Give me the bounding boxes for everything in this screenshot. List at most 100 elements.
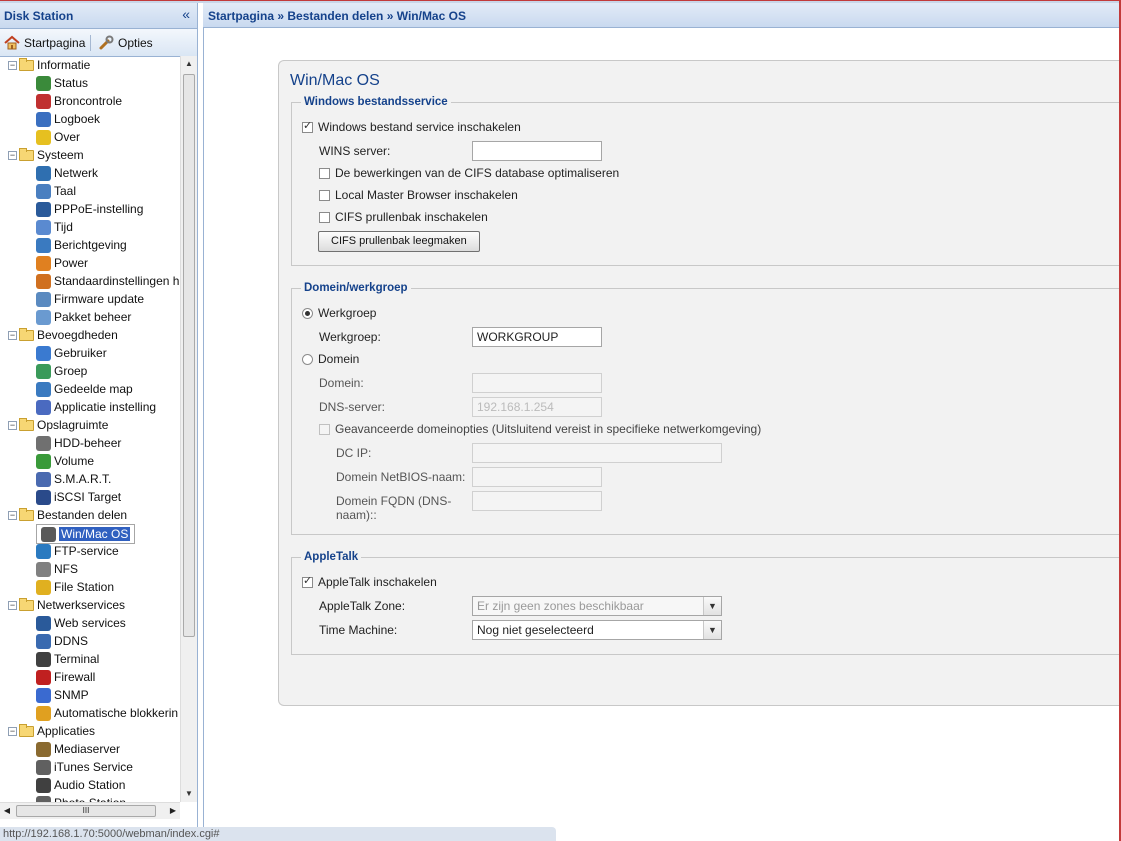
tree-item[interactable]: S.M.A.R.T. [36,470,111,488]
workgroup-radio-row[interactable]: Werkgroep [302,306,376,320]
tree-folder[interactable]: − Systeem [8,146,84,164]
collapse-toggle-icon[interactable]: − [8,420,17,430]
collapse-toggle-icon[interactable]: − [8,330,17,340]
tree-item[interactable]: Web services [36,614,126,632]
dns-server-input[interactable] [472,397,602,417]
wins-server-input[interactable] [472,141,602,161]
advanced-domain-checkbox[interactable] [319,423,330,435]
fqdn-input[interactable] [472,491,602,511]
ftp-icon [36,543,51,559]
tree-item[interactable]: PPPoE-instelling [36,200,143,218]
collapse-toggle-icon[interactable]: − [8,60,17,70]
tree-item[interactable]: Power [36,254,88,272]
tree-item[interactable]: Volume [36,452,94,470]
horizontal-scrollbar-thumb[interactable]: III [16,805,156,817]
tree-item[interactable]: Groep [36,362,87,380]
tree-folder[interactable]: − Applicaties [8,722,95,740]
chevron-down-icon[interactable]: ▼ [703,621,721,639]
time-machine-select[interactable]: Nog niet geselecteerd ▼ [472,620,722,640]
tree-folder[interactable]: − Netwerkservices [8,596,125,614]
log-icon [36,111,51,127]
tree-item[interactable]: Over [36,128,80,146]
tree-item[interactable]: Firewall [36,668,95,686]
tree-item[interactable]: File Station [36,578,114,596]
cifs-optimize-row[interactable]: De bewerkingen van de CIFS database opti… [319,166,619,180]
tree-label: S.M.A.R.T. [54,472,112,486]
collapse-toggle-icon[interactable]: − [8,510,17,520]
appletalk-zone-select[interactable]: Er zijn geen zones beschikbaar ▼ [472,596,722,616]
file-station-icon [36,579,51,595]
tree-item[interactable]: Applicatie instelling [36,398,156,416]
collapse-toggle-icon[interactable]: − [8,150,17,160]
tree-item[interactable]: Gedeelde map [36,380,133,398]
windows-enable-checkbox[interactable] [302,119,313,133]
home-button[interactable]: Startpagina [4,33,85,53]
tree-label: Pakket beheer [54,310,132,324]
windows-enable-row[interactable]: Windows bestand service inschakelen [302,119,521,134]
tree-item[interactable]: Win/Mac OS [36,524,136,544]
workgroup-input[interactable] [472,327,602,347]
toolbar-separator [90,35,91,51]
appletalk-enable-row[interactable]: AppleTalk inschakelen [302,574,437,589]
chevron-down-icon[interactable]: ▼ [703,597,721,615]
empty-recycle-bin-button[interactable]: CIFS prullenbak leegmaken [318,231,480,252]
cifs-recycle-row[interactable]: CIFS prullenbak inschakelen [319,210,488,224]
domain-radio[interactable] [302,353,313,365]
collapse-toggle-icon[interactable]: − [8,600,17,610]
tree-item[interactable]: Firmware update [36,290,144,308]
tree-item[interactable]: Logboek [36,110,100,128]
tree-item[interactable]: Berichtgeving [36,236,127,254]
cifs-optimize-checkbox[interactable] [319,167,330,179]
scroll-left-icon[interactable]: ◀ [0,803,14,819]
tree-item[interactable]: Gebruiker [36,344,107,362]
tree-item[interactable]: Taal [36,182,76,200]
appletalk-enable-checkbox[interactable] [302,574,313,588]
tree-item[interactable]: iSCSI Target [36,488,121,506]
collapse-sidebar-icon[interactable]: « [182,6,190,22]
tree-folder[interactable]: − Informatie [8,56,90,74]
tree-folder[interactable]: − Opslagruimte [8,416,108,434]
netbios-name-input[interactable] [472,467,602,487]
collapse-toggle-icon[interactable]: − [8,726,17,736]
scroll-down-icon[interactable]: ▼ [181,786,197,802]
tree-item[interactable]: Status [36,74,88,92]
tree-label: Status [54,76,89,90]
cifs-recycle-checkbox[interactable] [319,211,330,223]
tree-item[interactable]: Pakket beheer [36,308,131,326]
domain-radio-row[interactable]: Domein [302,352,359,366]
local-master-row[interactable]: Local Master Browser inschakelen [319,188,518,202]
tree-item[interactable]: Netwerk [36,164,98,182]
scroll-right-icon[interactable]: ▶ [166,803,180,819]
tree-item[interactable]: FTP-service [36,542,119,560]
tree-label: Taal [54,184,77,198]
advanced-domain-row[interactable]: Geavanceerde domeinopties (Uitsluitend v… [319,422,761,436]
pppoe-icon [36,201,51,217]
tree-item[interactable]: Mediaserver [36,740,120,758]
tree-vertical-scrollbar[interactable]: ▲ ▼ [180,56,197,802]
scroll-up-icon[interactable]: ▲ [181,56,197,72]
scrollbar-thumb[interactable] [183,74,195,637]
tree-item[interactable]: DDNS [36,632,88,650]
tree-item[interactable]: Tijd [36,218,73,236]
domain-input[interactable] [472,373,602,393]
tree-item[interactable]: Broncontrole [36,92,122,110]
dc-ip-input[interactable] [472,443,722,463]
tree-item[interactable]: Automatische blokkerin [36,704,178,722]
tree-folder[interactable]: − Bevoegdheden [8,326,118,344]
tree-item[interactable]: Standaardinstellingen h [36,272,179,290]
local-master-checkbox[interactable] [319,189,330,201]
tree-item[interactable]: iTunes Service [36,758,133,776]
tree-item[interactable]: Photo Station [36,794,126,802]
tree-folder[interactable]: − Bestanden delen [8,506,127,524]
options-button[interactable]: Opties [98,33,153,53]
tree-label: FTP-service [54,544,119,558]
smart-icon [36,471,51,487]
tree-item[interactable]: Terminal [36,650,99,668]
tree-item[interactable]: Audio Station [36,776,125,794]
tree-horizontal-scrollbar[interactable]: ◀ III ▶ [0,802,180,819]
tree-item[interactable]: NFS [36,560,78,578]
tree-label: SNMP [54,688,89,702]
tree-item[interactable]: SNMP [36,686,89,704]
tree-item[interactable]: HDD-beheer [36,434,121,452]
workgroup-radio[interactable] [302,307,313,319]
